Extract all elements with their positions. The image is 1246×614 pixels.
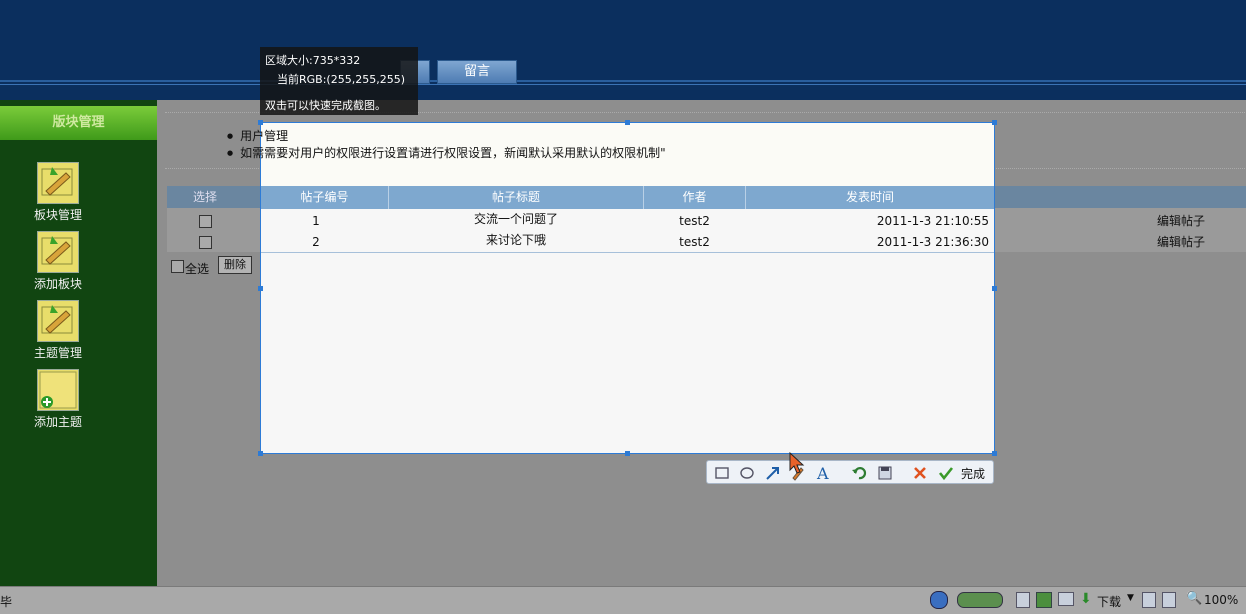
select-column-header: 选择: [192, 190, 217, 204]
edit-topic-icon: [37, 300, 79, 342]
capture-region[interactable]: 用户管理 如需需要对用户的权限进行设置请进行权限设置，新闻默认采用默认的权限机制…: [240, 120, 997, 456]
row-checkbox[interactable]: [199, 236, 212, 249]
capture-size-text: 区域大小:735*332: [265, 54, 361, 67]
edit-post-link[interactable]: 编辑帖子: [1157, 233, 1205, 250]
delete-button[interactable]: 删除: [218, 256, 252, 274]
sidebar: 版块管理 板块管理 添加板块 主题管理 添加主题: [0, 100, 157, 586]
add-topic-icon: [37, 369, 79, 411]
sidebar-item-board-manage[interactable]: 板块管理: [18, 162, 98, 223]
zoom-icon: 🔍: [1186, 591, 1203, 606]
column-header-id: 帖子编号: [261, 186, 389, 209]
sidebar-item-add-board[interactable]: 添加板块: [18, 231, 98, 292]
notice-item-text: 用户管理: [240, 129, 289, 143]
column-header-title: 帖子标题: [389, 186, 644, 209]
cell-time: 2011-1-3 21:36:30: [876, 235, 989, 249]
globe-icon[interactable]: [930, 591, 948, 609]
select-all-label: 全选: [185, 262, 210, 276]
sidebar-item-add-topic[interactable]: 添加主题: [18, 369, 98, 430]
resize-handle[interactable]: [992, 451, 997, 456]
cell-author: test2: [679, 214, 710, 228]
text-icon[interactable]: A: [815, 464, 833, 482]
resize-handle[interactable]: [992, 120, 997, 125]
ellipse-icon[interactable]: [738, 464, 756, 482]
status-bar: 毕 ⬇ 下载 ▼ 🔍 100%: [0, 586, 1246, 614]
grid-header: 帖子编号 帖子标题 作者 发表时间: [261, 186, 994, 209]
sidebar-item-label: 板块管理: [33, 208, 82, 222]
toggle-icon[interactable]: [957, 592, 1003, 608]
edit-board-icon: [37, 162, 79, 204]
column-header-time: 发表时间: [845, 190, 894, 204]
resize-handle[interactable]: [258, 286, 263, 291]
sidebar-title: 版块管理: [0, 106, 157, 140]
arrow-icon[interactable]: [764, 464, 782, 482]
cell-time: 2011-1-3 21:10:55: [876, 214, 989, 228]
undo-icon[interactable]: [850, 464, 868, 482]
save-icon[interactable]: [876, 464, 894, 482]
top-header: 留言: [0, 0, 1246, 100]
add-board-icon: [37, 231, 79, 273]
notice-item: 用户管理: [227, 127, 288, 144]
grid-bottom-border: [261, 252, 994, 253]
capture-rgb-text: 当前RGB:(255,255,255): [277, 73, 405, 86]
sidebar-item-label: 添加板块: [33, 277, 82, 291]
cell-id: 1: [312, 214, 320, 228]
header-divider-2: [0, 84, 1246, 85]
header-divider: [0, 80, 1246, 82]
done-button[interactable]: 完成: [961, 465, 985, 482]
capture-hint-text: 双击可以快速完成截图。: [265, 99, 386, 112]
capture-info-tooltip: 区域大小:735*332 当前RGB:(255,255,255) 双击可以快速完…: [260, 47, 418, 115]
sidebar-item-label: 添加主题: [33, 415, 82, 429]
column-header-author: 作者: [644, 186, 746, 209]
svg-text:A: A: [816, 464, 829, 482]
resize-handle[interactable]: [992, 286, 997, 291]
window-icon[interactable]: [1058, 592, 1074, 606]
cell-title: 交流一个问题了: [473, 212, 558, 226]
page-icon[interactable]: [1016, 592, 1030, 608]
download-icon: ⬇: [1080, 591, 1092, 607]
zoom-level[interactable]: 100%: [1204, 593, 1238, 607]
rectangle-icon[interactable]: [713, 464, 731, 482]
download-label[interactable]: 下载: [1097, 593, 1121, 610]
resize-handle[interactable]: [258, 451, 263, 456]
document-icon[interactable]: [1142, 592, 1156, 608]
chevron-down-icon[interactable]: ▼: [1127, 593, 1134, 603]
notice-item-text: 如需需要对用户的权限进行设置请进行权限设置，新闻默认采用默认的权限机制": [240, 146, 666, 160]
cancel-icon[interactable]: [911, 464, 929, 482]
resize-handle[interactable]: [258, 120, 263, 125]
check-icon[interactable]: [937, 464, 955, 482]
cell-title: 来讨论下哦: [485, 233, 546, 247]
resize-handle[interactable]: [625, 120, 630, 125]
capture-toolbar: A 完成: [706, 460, 994, 484]
picture-icon[interactable]: [1036, 592, 1052, 608]
row-checkbox[interactable]: [199, 215, 212, 228]
resize-handle[interactable]: [625, 451, 630, 456]
sidebar-item-topic-manage[interactable]: 主题管理: [18, 300, 98, 361]
select-all-checkbox[interactable]: [171, 260, 184, 273]
document-icon[interactable]: [1162, 592, 1176, 608]
nav-tab-guestbook[interactable]: 留言: [437, 60, 517, 84]
sidebar-item-label: 主题管理: [33, 346, 82, 360]
edit-post-link[interactable]: 编辑帖子: [1157, 212, 1205, 229]
notice-item: 如需需要对用户的权限进行设置请进行权限设置，新闻默认采用默认的权限机制": [227, 144, 666, 161]
cell-author: test2: [679, 235, 710, 249]
notice-box: 用户管理 如需需要对用户的权限进行设置请进行权限设置，新闻默认采用默认的权限机制…: [240, 123, 994, 188]
cell-id: 2: [312, 235, 320, 249]
cursor-icon: [789, 452, 805, 474]
status-text: 毕: [0, 595, 13, 609]
